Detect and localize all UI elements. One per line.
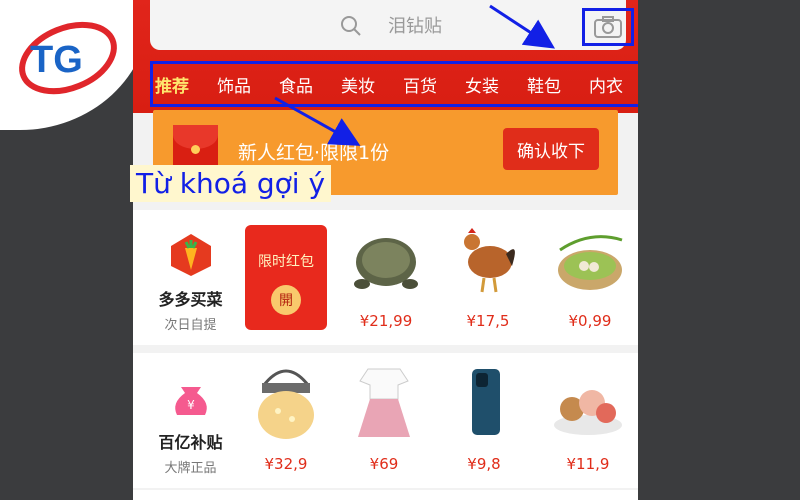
rooster-image [464, 228, 515, 293]
open-red-packet-button[interactable]: 開 [271, 285, 301, 315]
subsidy-row: ¥ 百亿补贴 大牌正品 ¥32,9 ¥69 ¥9,8 ¥11,9 [133, 353, 638, 488]
svg-text:¥: ¥ [187, 398, 195, 412]
product-item[interactable]: ¥17,5 [443, 220, 533, 330]
app-screen: 泪钻贴 推荐 饰品 食品 美妆 百货 女装 鞋包 内衣 新人红包·限限1份 确认… [133, 0, 638, 500]
category-subtitle: 次日自提 [164, 318, 217, 333]
product-item[interactable]: ¥9,8 [439, 363, 529, 473]
category-title: 多多买菜 [158, 290, 223, 309]
limited-red-packet[interactable]: 限时红包 開 [245, 225, 327, 330]
product-price: ¥11,9 [566, 455, 610, 473]
category-grocery[interactable]: 多多买菜 次日自提 [143, 230, 238, 333]
money-bag-icon: ¥ [174, 387, 207, 415]
tab-women[interactable]: 女装 [465, 72, 499, 97]
suggested-keyword-annotation: Từ khoá gợi ý [130, 165, 332, 202]
carrot-icon [170, 234, 211, 276]
scallions-eggs-image [558, 235, 623, 290]
tab-underwear[interactable]: 内衣 [589, 72, 623, 97]
phone-image [472, 369, 500, 435]
tab-general[interactable]: 百货 [403, 72, 437, 97]
camera-button[interactable] [582, 8, 634, 46]
product-price: ¥17,5 [466, 312, 510, 330]
tab-shoes-bags[interactable]: 鞋包 [527, 72, 561, 97]
product-price: ¥69 [369, 455, 399, 473]
dress-image [358, 368, 410, 437]
svg-text:TG: TG [30, 39, 83, 81]
category-subtitle: 大牌正品 [164, 461, 217, 476]
category-title: 百亿补贴 [158, 433, 223, 452]
next-row-strip [133, 490, 638, 500]
dessert-plate-image [554, 390, 622, 435]
camera-icon [594, 16, 622, 38]
red-packet-title: 限时红包 [258, 254, 314, 270]
product-price: ¥9,8 [467, 455, 501, 473]
search-bar[interactable]: 泪钻贴 [150, 0, 634, 50]
grocery-row: 多多买菜 次日自提 限时红包 開 ¥21,99 ¥17,5 ¥0,99 [133, 210, 638, 345]
tg-logo-icon: TG [19, 21, 117, 95]
product-item[interactable]: ¥21,99 [341, 220, 431, 330]
category-subsidy[interactable]: ¥ 百亿补贴 大牌正品 [143, 373, 238, 476]
product-price: ¥0,99 [568, 312, 612, 330]
search-placeholder: 泪钻贴 [388, 16, 442, 37]
product-item[interactable]: ¥32,9 [241, 363, 331, 473]
tab-food[interactable]: 食品 [279, 72, 313, 97]
tab-recommend[interactable]: 推荐 [155, 72, 189, 97]
product-price: ¥32,9 [264, 455, 308, 473]
product-item[interactable]: ¥69 [339, 363, 429, 473]
search-icon [341, 16, 361, 36]
product-price: ¥21,99 [359, 312, 413, 330]
tab-accessories[interactable]: 饰品 [217, 72, 251, 97]
banner-text: 新人红包·限限1份 [238, 142, 390, 164]
tab-beauty[interactable]: 美妆 [341, 72, 375, 97]
turtle-image [354, 238, 418, 289]
confirm-receive-button[interactable]: 确认收下 [503, 128, 599, 170]
category-tabs: 推荐 饰品 食品 美妆 百货 女装 鞋包 内衣 [150, 61, 638, 107]
product-item[interactable]: ¥0,99 [545, 220, 635, 330]
lantern-image [258, 369, 314, 439]
product-item[interactable]: ¥11,9 [543, 363, 633, 473]
